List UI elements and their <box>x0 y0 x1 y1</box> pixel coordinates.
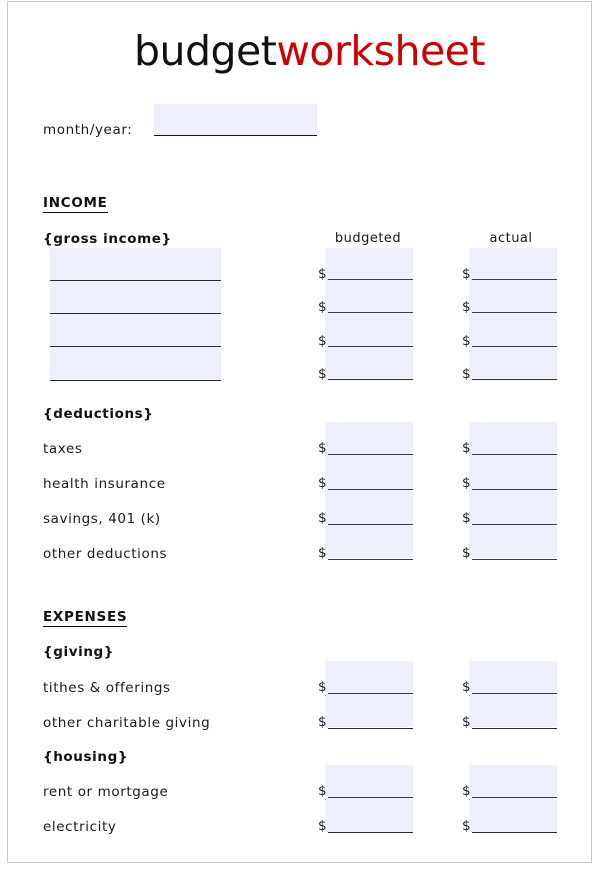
deductions-actual-rule-1 <box>472 454 557 455</box>
gross-income-actual-rule-3 <box>472 346 557 347</box>
giving-actual-inputs[interactable] <box>469 661 557 727</box>
gross-income-actual-rule-2 <box>472 312 557 313</box>
gross-income-name-rule-2 <box>50 313 221 314</box>
row-label-rent-or-mortgage: rent or mortgage <box>43 784 169 800</box>
currency-symbol: $ <box>318 299 327 315</box>
page-title: budgetworksheet <box>134 28 485 74</box>
currency-symbol: $ <box>462 545 471 561</box>
currency-symbol: $ <box>318 440 327 456</box>
currency-symbol: $ <box>318 366 327 382</box>
column-header-actual: actual <box>489 231 533 246</box>
giving-actual-rule-2 <box>472 728 557 729</box>
group-heading-housing: {housing} <box>43 749 129 765</box>
currency-symbol: $ <box>462 783 471 799</box>
currency-symbol: $ <box>318 510 327 526</box>
deductions-budgeted-rule-1 <box>328 454 413 455</box>
housing-actual-inputs[interactable] <box>469 765 557 832</box>
deductions-actual-rule-4 <box>472 559 557 560</box>
page-title-word-worksheet: worksheet <box>276 27 485 75</box>
row-label-health-insurance: health insurance <box>43 476 166 492</box>
month-year-input[interactable] <box>154 104 317 136</box>
group-heading-gross-income: {gross income} <box>43 231 172 247</box>
currency-symbol: $ <box>318 783 327 799</box>
giving-actual-rule-1 <box>472 693 557 694</box>
gross-income-actual-inputs[interactable] <box>469 248 557 381</box>
currency-symbol: $ <box>462 714 471 730</box>
month-year-rule <box>154 135 317 136</box>
housing-budgeted-rule-1 <box>328 797 413 798</box>
row-label-other-deductions: other deductions <box>43 546 168 562</box>
currency-symbol: $ <box>318 333 327 349</box>
housing-actual-rule-2 <box>472 832 557 833</box>
deductions-budgeted-rule-2 <box>328 489 413 490</box>
currency-symbol: $ <box>462 510 471 526</box>
currency-symbol: $ <box>462 818 471 834</box>
gross-income-budgeted-inputs[interactable] <box>325 248 413 381</box>
currency-symbol: $ <box>462 299 471 315</box>
row-label-taxes: taxes <box>43 441 83 457</box>
row-label-electricity: electricity <box>43 819 117 835</box>
gross-income-budgeted-rule-4 <box>328 379 413 380</box>
currency-symbol: $ <box>318 266 327 282</box>
gross-income-name-rule-4 <box>50 380 221 381</box>
currency-symbol: $ <box>462 366 471 382</box>
gross-income-name-inputs[interactable] <box>50 248 221 381</box>
currency-symbol: $ <box>462 333 471 349</box>
gross-income-name-rule-3 <box>50 346 221 347</box>
housing-budgeted-inputs[interactable] <box>325 765 413 832</box>
row-label-tithes-offerings: tithes & offerings <box>43 680 171 696</box>
currency-symbol: $ <box>462 266 471 282</box>
giving-budgeted-inputs[interactable] <box>325 661 413 727</box>
page-title-word-budget: budget <box>134 27 277 75</box>
gross-income-actual-rule-4 <box>472 379 557 380</box>
deductions-actual-rule-3 <box>472 524 557 525</box>
currency-symbol: $ <box>462 475 471 491</box>
currency-symbol: $ <box>318 714 327 730</box>
housing-budgeted-rule-2 <box>328 832 413 833</box>
currency-symbol: $ <box>318 475 327 491</box>
deductions-actual-inputs[interactable] <box>469 422 557 558</box>
deductions-budgeted-rule-4 <box>328 559 413 560</box>
row-label-other-charitable-giving: other charitable giving <box>43 715 211 731</box>
gross-income-actual-rule-1 <box>472 279 557 280</box>
gross-income-name-rule-1 <box>50 280 221 281</box>
deductions-actual-rule-2 <box>472 489 557 490</box>
gross-income-budgeted-rule-1 <box>328 279 413 280</box>
currency-symbol: $ <box>318 818 327 834</box>
deductions-budgeted-inputs[interactable] <box>325 422 413 558</box>
worksheet-page: budgetworksheet month/year: INCOME {gros… <box>7 1 592 863</box>
month-year-label: month/year: <box>43 122 133 138</box>
section-heading-income: INCOME <box>43 195 108 213</box>
deductions-budgeted-rule-3 <box>328 524 413 525</box>
group-heading-giving: {giving} <box>43 644 115 660</box>
group-heading-deductions: {deductions} <box>43 406 154 422</box>
column-header-budgeted: budgeted <box>334 231 402 246</box>
row-label-savings-401k: savings, 401 (k) <box>43 511 161 527</box>
currency-symbol: $ <box>462 679 471 695</box>
housing-actual-rule-1 <box>472 797 557 798</box>
gross-income-budgeted-rule-3 <box>328 346 413 347</box>
currency-symbol: $ <box>462 440 471 456</box>
section-heading-expenses: EXPENSES <box>43 609 128 627</box>
gross-income-budgeted-rule-2 <box>328 312 413 313</box>
giving-budgeted-rule-2 <box>328 728 413 729</box>
currency-symbol: $ <box>318 545 327 561</box>
giving-budgeted-rule-1 <box>328 693 413 694</box>
currency-symbol: $ <box>318 679 327 695</box>
